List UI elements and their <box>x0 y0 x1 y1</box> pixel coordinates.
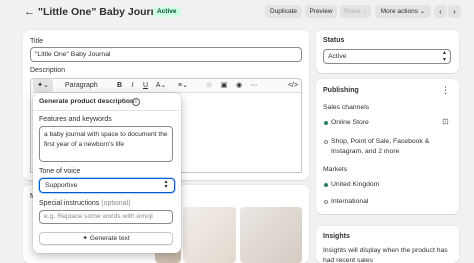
previous-product-icon[interactable]: ‹ <box>434 5 447 18</box>
product-image-thumbnail[interactable] <box>240 207 302 263</box>
special-instructions-input[interactable]: e.g. Replace some words with emoji <box>39 210 173 224</box>
next-product-icon[interactable]: › <box>448 5 461 18</box>
text-color-icon[interactable]: A⌄ <box>154 79 168 92</box>
page-title: "Little One" Baby Journal <box>38 6 166 18</box>
popover-title: Generate product description <box>39 98 135 105</box>
bold-icon[interactable]: B <box>115 79 124 92</box>
italic-icon[interactable]: I <box>128 79 137 92</box>
chevron-down-icon: ⌄ <box>362 8 368 15</box>
market-international: International <box>331 198 369 205</box>
link-icon[interactable]: ⊘ <box>204 79 214 92</box>
generate-text-button[interactable]: ✦ Generate text <box>39 232 173 245</box>
select-caret-icon: ▴ ▾ <box>164 179 168 190</box>
status-badge: Active <box>153 7 181 17</box>
image-icon[interactable]: ▣ <box>219 79 229 92</box>
status-value: Active <box>328 53 347 60</box>
tone-value: Supportive <box>45 182 78 189</box>
channel-status-dot <box>324 121 328 125</box>
sales-channels-label: Sales channels <box>323 104 370 111</box>
features-textarea[interactable]: a baby journal with space to document th… <box>39 126 173 162</box>
insights-text: Insights will display when the product h… <box>323 247 448 263</box>
channel-online-store: Online Store <box>331 119 369 126</box>
tone-label: Tone of voice <box>39 168 81 175</box>
markets-label: Markets <box>323 166 348 173</box>
title-input[interactable]: "Little One" Baby Journal <box>30 47 302 62</box>
ai-sparkle-icon[interactable]: ✦⌄ <box>33 79 53 92</box>
chevron-down-icon: ⌄ <box>419 8 426 15</box>
product-image-thumbnail[interactable] <box>183 207 236 263</box>
insights-title: Insights <box>323 233 350 240</box>
divider <box>33 110 181 111</box>
more-horizontal-icon[interactable]: ⋯ <box>249 79 259 92</box>
info-icon[interactable]: i <box>132 97 140 106</box>
channel-others: Shop, Point of Sale, Facebook & Instagra… <box>331 138 430 155</box>
preview-button[interactable]: Preview <box>305 5 337 18</box>
code-view-icon[interactable]: </> <box>287 79 299 92</box>
features-label: Features and keywords <box>39 116 112 123</box>
more-actions-label: More actions <box>380 8 418 15</box>
special-instructions-text: Special instructions <box>39 200 100 207</box>
publishing-title: Publishing <box>323 87 359 94</box>
generate-description-popover: Generate product description i Features … <box>33 93 181 253</box>
channel-status-dot <box>324 140 328 144</box>
more-actions-button[interactable]: More actions ⌄ <box>375 5 431 18</box>
sparkle-icon: ✦ <box>82 235 88 242</box>
more-vertical-icon[interactable]: ⋮ <box>441 85 450 96</box>
generate-text-label: Generate text <box>89 235 130 242</box>
optional-text: (optional) <box>101 200 131 207</box>
special-instructions-label: Special instructions (optional) <box>39 200 130 207</box>
tone-select[interactable]: Supportive ▴ ▾ <box>39 178 175 193</box>
select-caret-icon: ▴ ▾ <box>442 50 446 63</box>
status-title: Status <box>323 37 345 44</box>
video-icon[interactable]: ◉ <box>234 79 244 92</box>
share-button[interactable]: Share ⌄ <box>340 5 371 18</box>
description-label: Description <box>30 67 66 74</box>
share-label: Share <box>343 8 361 15</box>
editor-toolbar: ✦⌄ Paragraph ⌄ B I U A⌄ ≡⌄ ⊘ ▣ ◉ ⋯ </> <box>30 78 302 102</box>
align-icon[interactable]: ≡⌄ <box>176 79 190 92</box>
schedule-icon[interactable]: ⊡ <box>442 117 449 126</box>
paragraph-label: Paragraph <box>65 82 98 89</box>
status-select[interactable]: Active ▴ ▾ <box>323 49 451 64</box>
paragraph-select[interactable]: Paragraph ⌄ <box>57 79 98 102</box>
back-arrow-icon[interactable]: ← <box>24 6 36 18</box>
underline-icon[interactable]: U <box>141 79 150 92</box>
duplicate-button[interactable]: Duplicate <box>265 5 302 18</box>
market-status-dot <box>324 200 328 204</box>
title-label: Title <box>30 38 43 45</box>
market-united-kingdom: United Kingdom <box>331 181 380 188</box>
market-status-dot <box>324 183 328 187</box>
